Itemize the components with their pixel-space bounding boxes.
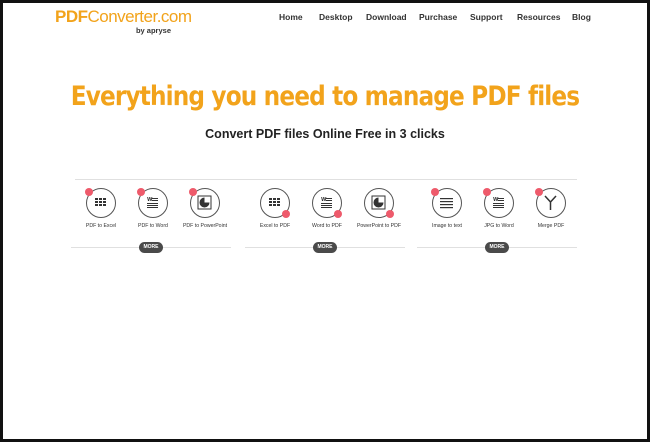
tool-excel-to-pdf[interactable]: Excel to PDF: [245, 186, 305, 236]
pdf-badge-icon: [282, 210, 290, 218]
pdf-badge-icon: [334, 210, 342, 218]
tool-label: Excel to PDF: [259, 223, 291, 229]
site-logo[interactable]: PDFConverter.com by apryse: [55, 7, 192, 41]
nav-purchase[interactable]: Purchase: [419, 12, 457, 22]
pdf-badge-icon: [189, 188, 197, 196]
hero-subtitle: Convert PDF files Online Free in 3 click…: [205, 127, 445, 141]
tool-group-other: Image to text W JPG to Word Merge PDF MO…: [417, 186, 577, 256]
tool-label: Word to PDF: [312, 223, 342, 229]
nav-download[interactable]: Download: [366, 12, 407, 22]
tool-label: PDF to Word: [138, 223, 168, 229]
tool-merge-pdf[interactable]: Merge PDF: [521, 186, 581, 236]
nav-resources[interactable]: Resources: [517, 12, 560, 22]
tool-powerpoint-to-pdf[interactable]: PowerPoint to PDF: [349, 186, 409, 236]
logo-pdf: PDF: [55, 7, 88, 26]
tool-pdf-to-excel[interactable]: PDF to Excel: [71, 186, 131, 236]
image-badge-icon: [431, 188, 439, 196]
nav-home[interactable]: Home: [279, 12, 303, 22]
tool-label: PDF to Excel: [85, 223, 117, 229]
logo-subtitle: by apryse: [135, 26, 171, 35]
tool-group-to-pdf: Excel to PDF W Word to PDF PowerPoint to…: [245, 186, 405, 256]
nav-support[interactable]: Support: [470, 12, 503, 22]
tool-label: PDF to PowerPoint: [182, 223, 228, 229]
image-badge-icon: [483, 188, 491, 196]
tools-divider-top: [75, 179, 577, 180]
more-button[interactable]: MORE: [313, 242, 337, 253]
tool-label: Merge PDF: [537, 223, 565, 229]
pdf-badge-icon: [535, 188, 543, 196]
page-frame: PDFConverter.com by apryse Home Desktop …: [0, 0, 650, 442]
tool-word-to-pdf[interactable]: W Word to PDF: [297, 186, 357, 236]
more-button[interactable]: MORE: [139, 242, 163, 253]
tool-group-from-pdf: PDF to Excel W PDF to Word PDF to PowerP…: [71, 186, 231, 256]
logo-text: PDFConverter.com: [55, 7, 192, 27]
logo-converter: Converter.com: [87, 7, 193, 26]
pdf-badge-icon: [85, 188, 93, 196]
site-header: PDFConverter.com by apryse Home Desktop …: [3, 3, 647, 43]
nav-blog[interactable]: Blog: [572, 12, 591, 22]
hero-title: Everything you need to manage PDF files: [70, 81, 580, 112]
tool-pdf-to-word[interactable]: W PDF to Word: [123, 186, 183, 236]
tool-image-to-text[interactable]: Image to text: [417, 186, 477, 236]
tool-label: PowerPoint to PDF: [356, 223, 402, 229]
more-button[interactable]: MORE: [485, 242, 509, 253]
pdf-badge-icon: [386, 210, 394, 218]
tool-jpg-to-word[interactable]: W JPG to Word: [469, 186, 529, 236]
tool-label: Image to text: [432, 223, 462, 229]
tool-label: JPG to Word: [484, 223, 514, 229]
pdf-badge-icon: [137, 188, 145, 196]
nav-desktop[interactable]: Desktop: [319, 12, 353, 22]
tool-pdf-to-powerpoint[interactable]: PDF to PowerPoint: [175, 186, 235, 236]
